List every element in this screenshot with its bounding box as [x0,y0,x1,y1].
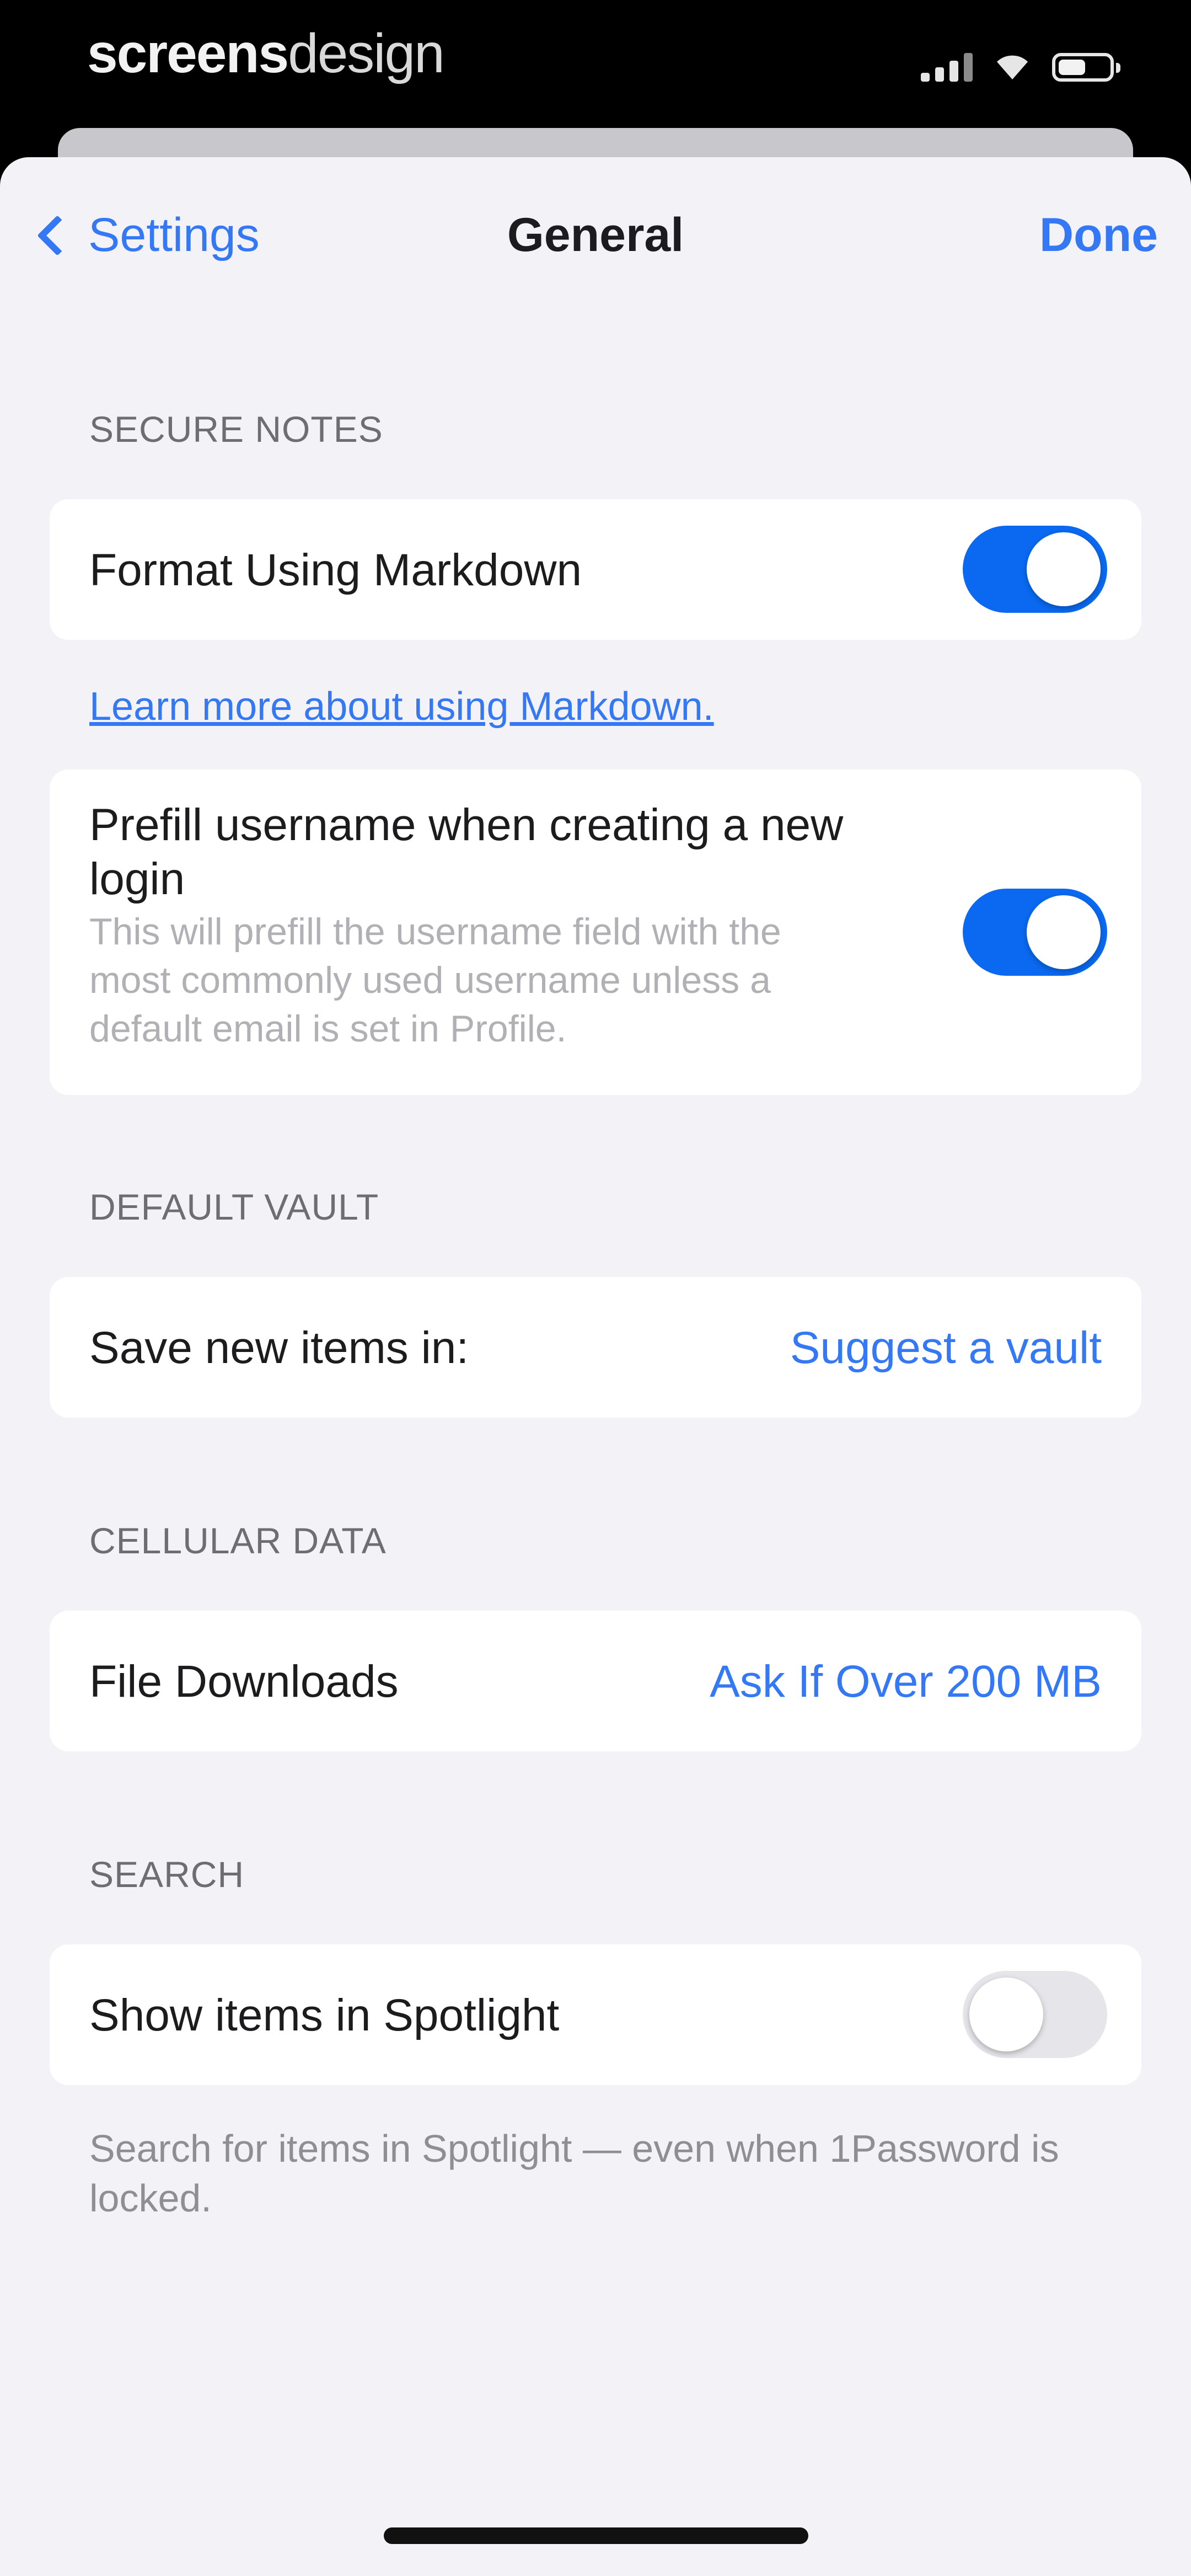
default-vault-row[interactable]: Save new items in: Suggest a vault [50,1277,1141,1418]
prefill-username-toggle[interactable] [963,889,1107,976]
toggle-knob [1027,895,1101,969]
brand-bold: screens [87,23,289,84]
spotlight-label: Show items in Spotlight [89,1990,560,2040]
file-downloads-label: File Downloads [89,1656,399,1707]
page-title: General [507,209,684,261]
learn-markdown-link[interactable]: Learn more about using Markdown. [89,684,714,729]
markdown-row: Format Using Markdown [50,499,1141,640]
section-header-default-vault: DEFAULT VAULT [89,1187,379,1227]
home-indicator[interactable] [384,2527,808,2544]
battery-icon [1052,53,1120,82]
prefill-username-label: Prefill username when creating a new log… [89,800,844,904]
default-vault-value[interactable]: Suggest a vault [790,1322,1102,1374]
spotlight-footer-text: Search for items in Spotlight — even whe… [89,2127,1059,2220]
spotlight-row: Show items in Spotlight [50,1944,1141,2085]
screen: screensdesign Settings General Done SECU… [0,0,1191,2576]
settings-sheet: Settings General Done SECURE NOTES Forma… [0,157,1191,2576]
done-button[interactable]: Done [1039,208,1158,263]
wifi-icon [997,55,1028,79]
toggle-knob [1027,532,1101,606]
default-vault-label: Save new items in: [89,1323,469,1373]
brand-light: design [288,23,445,84]
prefill-username-row: Prefill username when creating a new log… [50,769,1141,1095]
markdown-toggle[interactable] [963,526,1107,613]
status-bar: screensdesign [0,0,1191,127]
spotlight-toggle[interactable] [963,1971,1107,2058]
section-header-cellular-data: CELLULAR DATA [89,1520,387,1561]
navigation-bar: Settings General Done [0,157,1191,317]
section-header-search: SEARCH [89,1854,245,1895]
section-header-secure-notes: SECURE NOTES [89,409,383,450]
status-icons [921,51,1120,82]
prefill-username-description: This will prefill the username field wit… [89,911,781,1050]
toggle-knob [969,1978,1043,2051]
cellular-signal-icon [921,51,973,82]
brand-watermark: screensdesign [87,22,445,85]
file-downloads-row[interactable]: File Downloads Ask If Over 200 MB [50,1611,1141,1751]
file-downloads-value[interactable]: Ask If Over 200 MB [710,1656,1102,1708]
markdown-label: Format Using Markdown [89,545,582,595]
